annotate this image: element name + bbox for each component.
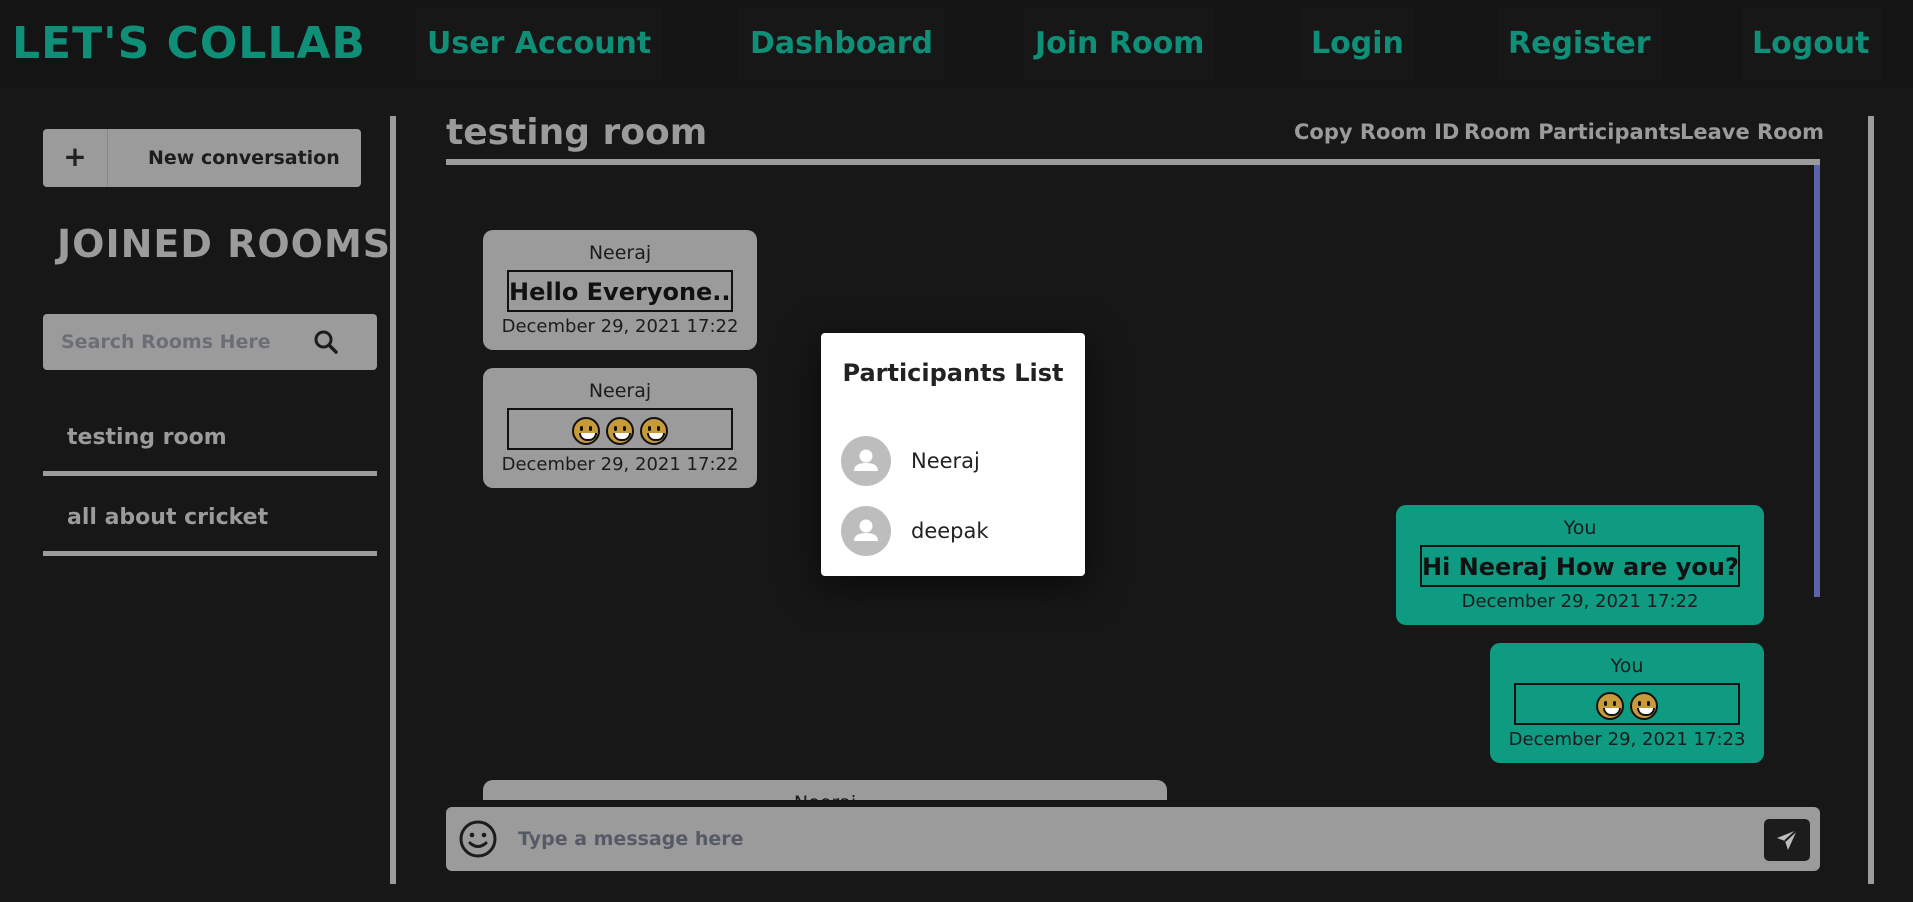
grinning-face-icon xyxy=(1630,692,1658,720)
message-bubble: Neeraj Hello Everyone... December 29, 20… xyxy=(483,230,757,350)
nav-login[interactable]: Login xyxy=(1300,8,1415,80)
nav-dashboard[interactable]: Dashboard xyxy=(739,8,944,80)
message-sender: You xyxy=(1610,655,1644,677)
message-sender: Neeraj xyxy=(588,380,652,402)
avatar xyxy=(841,506,891,556)
room-search-box xyxy=(43,314,377,370)
message-list[interactable]: Neeraj Hello Everyone... December 29, 20… xyxy=(446,165,1814,800)
message-sender: Neeraj xyxy=(588,242,652,264)
participants-modal-title: Participants List xyxy=(842,359,1064,387)
message-bubble: Neeraj xyxy=(483,780,1167,800)
participants-modal: Participants List Neeraj deepak xyxy=(821,333,1085,576)
user-icon xyxy=(854,519,878,541)
grinning-face-icon xyxy=(606,417,634,445)
smiley-icon[interactable] xyxy=(458,819,498,859)
message-sender: Neeraj xyxy=(483,780,1167,800)
sidebar-room-all-about-cricket[interactable]: all about cricket xyxy=(43,482,377,556)
nav-join-room[interactable]: Join Room xyxy=(1024,8,1216,80)
message-body xyxy=(507,408,733,450)
participant-item: Neeraj xyxy=(841,436,1071,486)
top-navbar: LET'S COLLAB User Account Dashboard Join… xyxy=(0,0,1913,88)
message-bubble: You December 29, 2021 17:23 xyxy=(1490,643,1764,763)
leave-room-link[interactable]: Leave Room xyxy=(1680,120,1824,144)
participant-name: Neeraj xyxy=(911,449,980,473)
grinning-face-icon xyxy=(572,417,600,445)
message-bubble: You Hi Neeraj How are you?? December 29,… xyxy=(1396,505,1764,625)
room-participants-link[interactable]: Room Participants xyxy=(1464,120,1681,144)
grinning-face-icon xyxy=(640,417,668,445)
right-divider xyxy=(1868,116,1874,884)
message-input[interactable] xyxy=(518,807,1798,871)
sidebar-divider xyxy=(390,116,396,884)
sidebar-room-testing-room[interactable]: testing room xyxy=(43,402,377,476)
grinning-face-icon xyxy=(1596,692,1624,720)
message-sender: You xyxy=(1563,517,1597,539)
message-time: December 29, 2021 17:22 xyxy=(501,316,739,337)
message-body: Hi Neeraj How are you?? xyxy=(1420,545,1740,587)
message-body: Hello Everyone... xyxy=(507,270,733,312)
message-body xyxy=(1514,683,1740,725)
nav-logout[interactable]: Logout xyxy=(1741,8,1881,80)
copy-room-id-link[interactable]: Copy Room ID xyxy=(1294,120,1459,144)
participant-item: deepak xyxy=(841,506,1071,556)
search-icon[interactable] xyxy=(313,329,339,355)
participant-name: deepak xyxy=(911,519,989,543)
message-bubble: Neeraj December 29, 2021 17:22 xyxy=(483,368,757,488)
sidebar: + New conversation JOINED ROOMS testing … xyxy=(0,88,390,902)
new-conversation-button[interactable]: + New conversation xyxy=(43,129,361,187)
message-composer xyxy=(446,807,1820,871)
room-search-input[interactable] xyxy=(61,314,311,370)
plus-icon: + xyxy=(43,129,108,187)
nav-register[interactable]: Register xyxy=(1497,8,1662,80)
avatar xyxy=(841,436,891,486)
nav-user-account[interactable]: User Account xyxy=(416,8,663,80)
joined-rooms-heading: JOINED ROOMS xyxy=(57,222,392,266)
user-icon xyxy=(854,449,878,471)
messages-scrollbar[interactable] xyxy=(1814,165,1820,597)
room-title: testing room xyxy=(446,112,708,153)
room-name: testing room xyxy=(67,425,227,450)
new-conversation-label: New conversation xyxy=(148,147,340,169)
message-time: December 29, 2021 17:22 xyxy=(1461,591,1699,612)
send-button[interactable] xyxy=(1764,819,1810,861)
brand-logo[interactable]: LET'S COLLAB xyxy=(12,18,366,69)
room-name: all about cricket xyxy=(67,505,269,530)
message-time: December 29, 2021 17:22 xyxy=(501,454,739,475)
message-time: December 29, 2021 17:23 xyxy=(1508,729,1746,750)
paper-plane-icon xyxy=(1777,829,1798,850)
